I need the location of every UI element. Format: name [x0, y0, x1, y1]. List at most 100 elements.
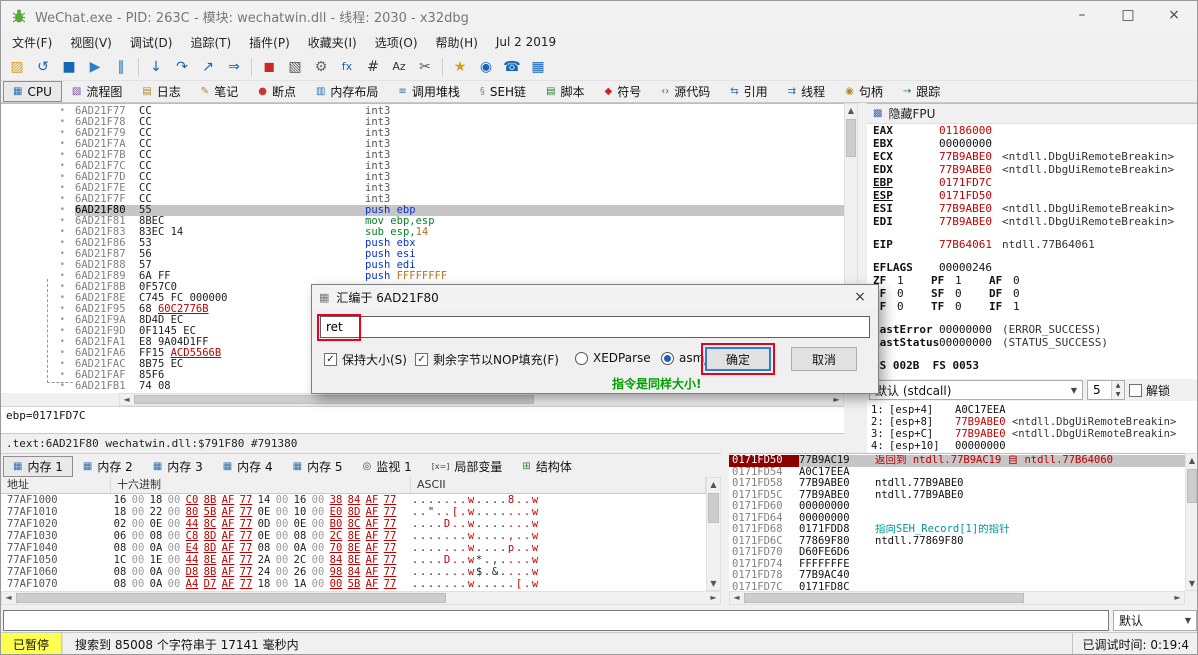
stack-row[interactable]: 0171FD54A0C17EEA — [729, 467, 1185, 479]
scroll-thumb[interactable] — [744, 593, 1024, 603]
run-button[interactable]: ▶ — [83, 55, 107, 79]
maximize-button[interactable]: □ — [1105, 1, 1151, 31]
dump-header-address[interactable]: 地址 — [1, 477, 111, 493]
tab-handles[interactable]: ◉句柄 — [835, 81, 893, 102]
disasm-row[interactable]: •6AD21F7ECCint3 — [1, 183, 844, 194]
tab-memory-1[interactable]: ▦内存 1 — [3, 456, 73, 477]
tab-memory-4[interactable]: ▦内存 4 — [213, 456, 283, 477]
menu-item[interactable]: 帮助(H) — [427, 31, 487, 54]
argument-line[interactable]: 3:[esp+C]77B9ABE0 <ntdll.DbgUiRemoteBrea… — [867, 428, 1198, 440]
dialog-title-bar[interactable]: ▦ 汇编于 6AD21F80 × — [312, 285, 878, 309]
breakpoint-dot[interactable]: • — [1, 216, 75, 227]
dump-hscrollbar[interactable]: ◄ ► — [1, 591, 721, 605]
restart-button[interactable]: ↺ — [31, 55, 55, 79]
register-value[interactable]: 77B9ABE0 — [939, 150, 992, 163]
assemble-instruction-input[interactable] — [320, 316, 870, 338]
flag-value[interactable]: 0 — [897, 300, 925, 313]
xedparse-radio[interactable]: XEDParse — [575, 351, 651, 365]
breakpoint-dot[interactable]: • — [1, 172, 75, 183]
preferences-button[interactable]: ⚙ — [309, 55, 333, 79]
hash-button[interactable]: # — [361, 55, 385, 79]
trace-record-button[interactable]: ◼ — [257, 55, 281, 79]
disasm-row[interactable]: •6AD21F79CCint3 — [1, 128, 844, 139]
memory-tool-button[interactable]: ▦ — [526, 55, 550, 79]
scroll-left-icon[interactable]: ◄ — [2, 592, 15, 604]
minimize-button[interactable]: – — [1059, 1, 1105, 31]
argument-line[interactable]: 1:[esp+4]A0C17EEA — [867, 404, 1198, 416]
register-value[interactable]: 01186000 — [939, 124, 992, 137]
tab-memory-5[interactable]: ▦内存 5 — [283, 456, 353, 477]
flag-value[interactable]: 0 — [1013, 287, 1041, 300]
spin-up-icon[interactable]: ▲ — [1112, 381, 1124, 390]
scroll-down-icon[interactable]: ▼ — [707, 577, 720, 590]
stack-row[interactable]: 0171FD6000000000 — [729, 501, 1185, 513]
scroll-thumb[interactable] — [134, 395, 534, 404]
disasm-row[interactable]: •6AD21F7DCCint3 — [1, 172, 844, 183]
breakpoint-dot[interactable]: • — [1, 161, 75, 172]
breakpoint-dot[interactable]: • — [1, 227, 75, 238]
scroll-left-icon[interactable]: ◄ — [730, 592, 743, 604]
breakpoint-dot[interactable]: • — [1, 150, 75, 161]
menu-item[interactable]: 调试(D) — [121, 31, 182, 54]
disasm-row[interactable]: •6AD21F7BCCint3 — [1, 150, 844, 161]
scroll-thumb[interactable] — [1187, 469, 1197, 503]
scroll-up-icon[interactable]: ▲ — [1186, 454, 1198, 467]
step-out-button[interactable]: ↗ — [196, 55, 220, 79]
menu-item[interactable]: 选项(O) — [366, 31, 427, 54]
scroll-thumb[interactable] — [708, 493, 719, 523]
flag-value[interactable]: 0 — [1013, 274, 1041, 287]
register-value[interactable]: 77B9ABE0 — [939, 215, 992, 228]
tab-memory-3[interactable]: ▦内存 3 — [143, 456, 213, 477]
flag-value[interactable]: 1 — [1013, 300, 1041, 313]
breakpoint-dot[interactable]: • — [1, 249, 75, 260]
tab-source[interactable]: ‹›源代码 — [651, 81, 720, 102]
breakpoint-dot[interactable]: • — [1, 128, 75, 139]
dump-row[interactable]: 77AF107008000A00A4D7AF7718001A00005BAF77… — [1, 578, 706, 590]
stack-row[interactable]: 0171FD5877B9ABE0ntdll.77B9ABE0 — [729, 478, 1185, 490]
breakpoint-dot[interactable]: • — [1, 205, 75, 216]
tab-threads[interactable]: ⇉线程 — [778, 81, 835, 102]
tab-watch-1[interactable]: ◎监视 1 — [353, 456, 422, 477]
register-value[interactable]: 00000000 — [939, 336, 992, 349]
breakpoint-dot[interactable]: • — [1, 106, 75, 117]
register-value[interactable]: 77B9ABE0 — [939, 202, 992, 215]
flag-value[interactable]: 0 — [955, 300, 983, 313]
scroll-down-icon[interactable]: ▼ — [1186, 577, 1198, 590]
tab-locals[interactable]: [x=]局部变量 — [422, 456, 513, 477]
ok-button[interactable]: 确定 — [705, 347, 771, 371]
menu-item[interactable]: 文件(F) — [3, 31, 61, 54]
tab-log[interactable]: ▤日志 — [132, 81, 190, 102]
scroll-up-icon[interactable]: ▲ — [845, 104, 857, 117]
tab-trace[interactable]: →跟踪 — [893, 81, 950, 102]
scroll-up-icon[interactable]: ▲ — [707, 478, 720, 491]
text-case-button[interactable]: Az — [387, 55, 411, 79]
scroll-right-icon[interactable]: ► — [707, 592, 720, 604]
breakpoint-dot[interactable]: • — [1, 117, 75, 128]
register-value[interactable]: 0171FD50 — [939, 189, 992, 202]
arguments-pane[interactable]: 1:[esp+4]A0C17EEA2:[esp+8]77B9ABE0 <ntdl… — [867, 401, 1198, 453]
keep-size-checkbox[interactable]: ✓ 保持大小(S) — [324, 351, 407, 368]
dump-pane[interactable]: 地址 十六进制 ASCII 77AF100016001800C08BAF7714… — [1, 477, 706, 591]
register-value[interactable]: 77B64061 — [939, 238, 992, 251]
command-input[interactable] — [3, 610, 1109, 631]
dump-row[interactable]: 77AF103006000800C88DAF770E0008002C8EAF77… — [1, 530, 706, 542]
dump-vscrollbar[interactable]: ▲ ▼ — [706, 477, 721, 591]
register-value[interactable]: 00000000 — [939, 323, 992, 336]
register-value[interactable]: 0171FD7C — [939, 176, 992, 189]
step-into-button[interactable]: ↓ — [144, 55, 168, 79]
disasm-row[interactable]: •6AD21F7ACCint3 — [1, 139, 844, 150]
tab-breakpoints[interactable]: ●断点 — [248, 81, 306, 102]
scroll-thumb[interactable] — [16, 593, 446, 603]
unlock-checkbox[interactable]: 解锁 — [1129, 382, 1170, 399]
flag-value[interactable]: 1 — [897, 274, 925, 287]
registers-pane[interactable]: ▩ 隐藏FPU EAX01186000EBX00000000ECX77B9ABE… — [867, 103, 1198, 379]
disasm-row[interactable]: •6AD21F8756push esi — [1, 249, 844, 260]
hide-fpu-button[interactable]: ▩ 隐藏FPU — [867, 104, 1198, 124]
stack-row[interactable]: 0171FD6C77869F80ntdll.77869F80 — [729, 536, 1185, 548]
disasm-hscrollbar[interactable]: ◄ ► — [119, 393, 844, 406]
tab-cpu[interactable]: ▦CPU — [3, 81, 62, 102]
dump-row[interactable]: 77AF10501C001E00448EAF772A002C00848EAF77… — [1, 554, 706, 566]
tab-script[interactable]: ▤脚本 — [536, 81, 594, 102]
calculator-button[interactable]: fx — [335, 55, 359, 79]
callconv-combo[interactable]: 默认 (stdcall) ▼ — [869, 380, 1083, 400]
